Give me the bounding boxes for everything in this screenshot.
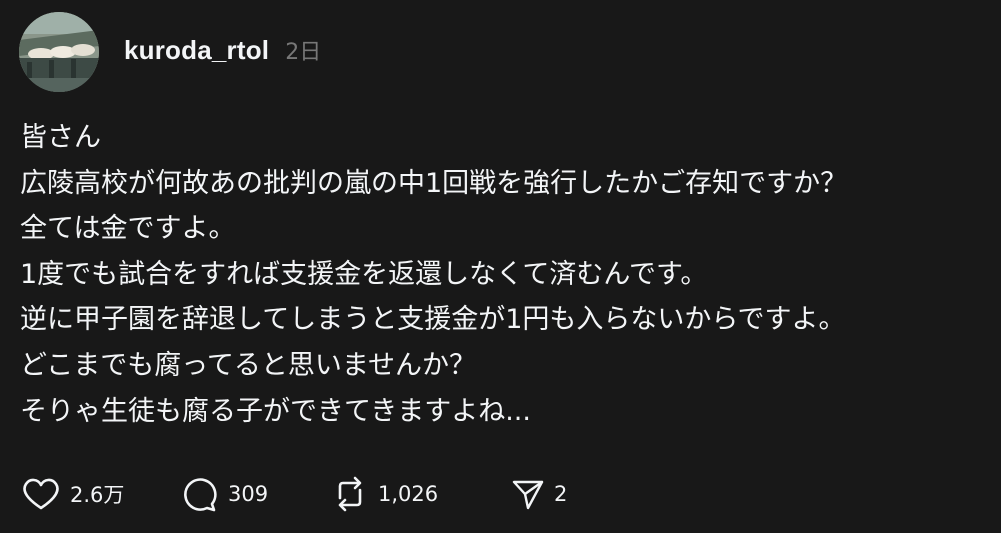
share-button[interactable]: 2: [510, 472, 567, 516]
like-count: 2.6万: [70, 483, 125, 507]
post-timestamp[interactable]: 2日: [285, 34, 321, 66]
avatar-photo: [19, 12, 99, 92]
post-body: 皆さん 広陵高校が何故あの批判の嵐の中1回戦を強行したかご存知ですか？ 全ては金…: [20, 115, 995, 434]
username[interactable]: kuroda_rtol: [124, 35, 269, 66]
post-actions: 2.6万 309 1,026 2: [20, 472, 567, 516]
like-button[interactable]: 2.6万: [20, 472, 180, 516]
repost-button[interactable]: 1,026: [330, 472, 510, 516]
reply-button[interactable]: 309: [180, 472, 330, 516]
send-icon: [510, 476, 546, 512]
post-header: kuroda_rtol 2日: [124, 30, 321, 70]
reply-count: 309: [228, 482, 269, 506]
post-body-line: どこまでも腐ってると思いませんか？: [20, 349, 477, 381]
post-body-line: 1度でも試合をすれば支援金を返還しなくて済むんです。: [20, 258, 708, 290]
post-body-line: 全ては金ですよ。: [20, 213, 236, 245]
post-body-line: 広陵高校が何故あの批判の嵐の中1回戦を強行したかご存知ですか？: [20, 167, 848, 199]
repost-icon: [330, 474, 370, 514]
post-body-line: そりゃ生徒も腐る子ができてきますよね...: [20, 395, 531, 427]
post-body-line: 皆さん: [20, 122, 101, 153]
post-body-line: 逆に甲子園を辞退してしまうと支援金が1円も入らないからですよ。: [20, 304, 846, 336]
repost-count: 1,026: [378, 482, 439, 506]
avatar[interactable]: [19, 12, 99, 92]
speech-bubble-icon: [180, 474, 220, 514]
share-count: 2: [554, 482, 568, 506]
thread-post: kuroda_rtol 2日 皆さん 広陵高校が何故あの批判の嵐の中1回戦を強行…: [0, 0, 1001, 533]
heart-icon: [20, 473, 62, 515]
